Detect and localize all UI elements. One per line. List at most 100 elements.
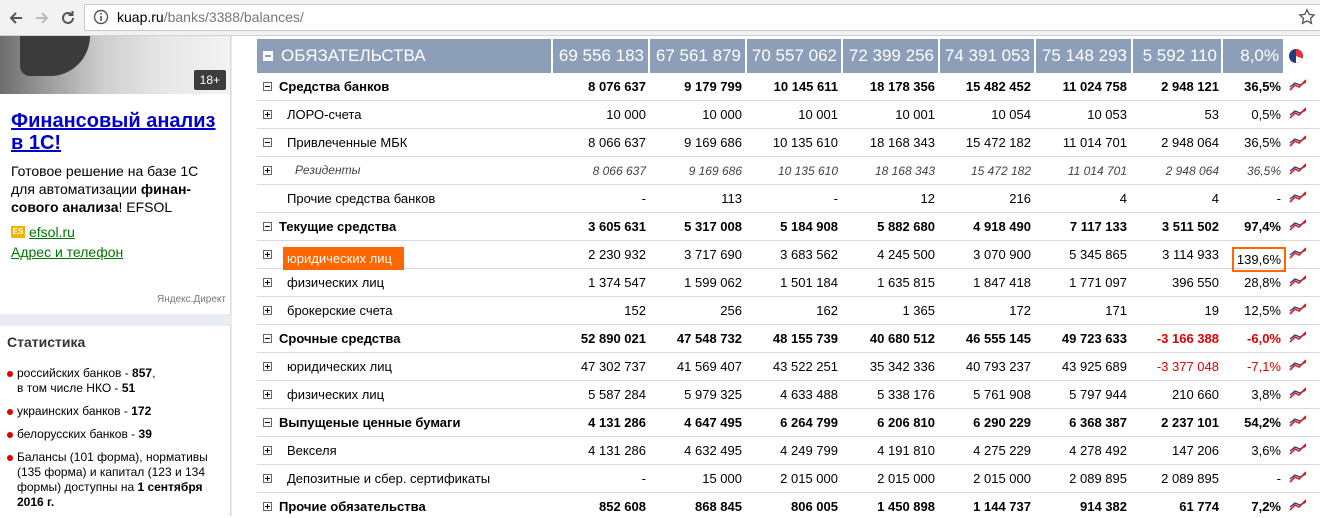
ad-image[interactable]: 18+	[0, 36, 230, 94]
collapse-icon[interactable]	[263, 82, 272, 91]
value-cell: 162	[816, 303, 838, 318]
trend-chart-icon[interactable]	[1289, 106, 1307, 120]
expand-icon[interactable]	[263, 502, 272, 511]
value-cell: -	[833, 191, 838, 206]
row-label: Резиденты	[295, 163, 361, 177]
collapse-icon[interactable]	[263, 418, 272, 427]
table-row-brokerskie-scheta[interactable]: брокерские счета 152 256 162 1 365 172 171 19 12…	[257, 297, 1320, 325]
value-cell: 5 979 325	[684, 387, 742, 402]
address-bar[interactable]: kuap.ru/banks/3388/balances/	[84, 4, 1320, 31]
stat-item[interactable]: российских банков - 857, в том числе НКО …	[7, 366, 222, 396]
table-row-rezidenty[interactable]: Резиденты 8 066 637 9 169 686 10 135 610 18 …	[257, 157, 1320, 185]
stat-text: украинских банков -	[17, 404, 132, 418]
table-row-tekushchie-yur-lits[interactable]: юридических лиц 2 230 932 3 717 690 3 683 5…	[257, 241, 1320, 272]
age-badge: 18+	[193, 70, 226, 90]
trend-chart-icon[interactable]	[1289, 414, 1307, 428]
reload-button[interactable]	[56, 6, 80, 30]
value-cell: 47 548 732	[676, 331, 742, 346]
pie-chart-icon[interactable]	[1288, 48, 1304, 64]
table-row-vekselya[interactable]: Векселя 4 131 286 4 632 495 4 249 799 4 191 …	[257, 437, 1320, 465]
trend-chart-icon[interactable]	[1289, 470, 1307, 484]
expand-icon[interactable]	[263, 390, 272, 399]
value-cell: 47 302 737	[580, 359, 646, 374]
value-cell: 10 001	[798, 107, 838, 122]
stat-text: ,	[152, 366, 156, 380]
expand-icon[interactable]	[263, 278, 272, 287]
trend-chart-icon[interactable]	[1289, 190, 1307, 204]
table-row-srochnye-fiz-lits[interactable]: физических лиц 5 587 284 5 979 325 4 633 48…	[257, 381, 1320, 409]
stat-item[interactable]: украинских банков - 172	[7, 404, 222, 419]
collapse-icon[interactable]	[263, 138, 272, 147]
expand-icon[interactable]	[263, 446, 272, 455]
ad-source-label[interactable]: Яндекс.Директ	[157, 294, 226, 305]
value-cell: 15 472 182	[965, 135, 1031, 150]
trend-chart-icon[interactable]	[1289, 246, 1307, 260]
header-value: 8,0%	[1240, 46, 1279, 65]
trend-chart-icon[interactable]	[1289, 218, 1307, 232]
table-row-privlechennye-mbk[interactable]: Привлеченные МБК 8 066 637 9 169 686 10 135…	[257, 129, 1320, 157]
ad-title-link[interactable]: Финансовый анализ в 1С!	[11, 110, 223, 154]
value-cell: 10 135 610	[772, 135, 838, 150]
row-label: Выпущеные ценные бумаги	[279, 415, 461, 430]
bullet-icon	[7, 432, 13, 438]
stat-value: 51	[121, 381, 136, 395]
stat-item[interactable]: Балансы (101 форма), нормативы (135 форм…	[7, 450, 222, 510]
yandex-direct-ad[interactable]: 18+ Финансовый анализ в 1С! Готовое реше…	[0, 36, 231, 314]
value-cell: 4 131 286	[588, 443, 646, 458]
ad-contacts-link[interactable]: Адрес и телефон	[11, 244, 123, 260]
table-row-srochnye-sredstva[interactable]: Срочные средства 52 890 021 47 548 732 48 1…	[257, 325, 1320, 353]
trend-chart-icon[interactable]	[1289, 358, 1307, 372]
info-icon[interactable]	[93, 9, 109, 25]
table-row-vypushchennye-tsennye-bumagi[interactable]: Выпущеные ценные бумаги 4 131 286 4 647 49…	[257, 409, 1320, 437]
header-title: ОБЯЗАТЕЛЬСТВА	[281, 46, 426, 65]
trend-chart-icon[interactable]	[1289, 330, 1307, 344]
stat-text: в том числе НКО -	[17, 381, 122, 395]
table-row-tekushchie-fiz-lits[interactable]: физических лиц 1 374 547 1 599 062 1 501 18…	[257, 269, 1320, 297]
header-value-cell: 5 592 110	[1133, 39, 1223, 73]
header-value: 70 557 062	[751, 46, 837, 65]
expand-icon[interactable]	[263, 362, 272, 371]
trend-chart-icon[interactable]	[1289, 498, 1307, 512]
reload-icon	[62, 11, 74, 24]
value-cell: 6 264 799	[780, 415, 838, 430]
table-row-srochnye-yur-lits[interactable]: юридических лиц 47 302 737 41 569 407 43 52…	[257, 353, 1320, 381]
forward-button[interactable]	[30, 6, 54, 30]
value-cell: 4 278 492	[1069, 443, 1127, 458]
bookmark-star-icon[interactable]	[1298, 8, 1316, 26]
trend-chart-icon[interactable]	[1289, 386, 1307, 400]
value-cell: 5 338 176	[877, 387, 935, 402]
trend-chart-icon[interactable]	[1289, 302, 1307, 316]
trend-chart-icon[interactable]	[1289, 442, 1307, 456]
table-row-prochie-sredstva-bankov[interactable]: Прочие средства банков - 113 - 12 216 4 4 -	[257, 185, 1320, 213]
expand-icon[interactable]	[263, 306, 272, 315]
change-percent-cell: -	[1276, 191, 1281, 206]
trend-chart-icon[interactable]	[1289, 162, 1307, 176]
trend-chart-icon[interactable]	[1289, 78, 1307, 92]
table-row-prochie-obyazatelstva[interactable]: Прочие обязательства 852 608 868 845 806 00…	[257, 493, 1320, 516]
table-row-loro-scheta[interactable]: ЛОРО-счета 10 000 10 000 10 001 10 001 10 054…	[257, 101, 1320, 129]
statistics-list: российских банков - 857, в том числе НКО …	[7, 366, 222, 518]
value-cell: 1 365	[902, 303, 935, 318]
expand-icon[interactable]	[263, 474, 272, 483]
bullet-icon	[7, 409, 13, 415]
trend-chart-icon[interactable]	[1289, 274, 1307, 288]
expand-icon[interactable]	[263, 110, 272, 119]
collapse-icon[interactable]	[263, 334, 272, 343]
ad-domain-text[interactable]: efsol.ru	[29, 224, 75, 240]
table-row-tekushchie-sredstva[interactable]: Текущие средства 3 605 631 5 317 008 5 184 …	[257, 213, 1320, 241]
trend-chart-icon[interactable]	[1289, 134, 1307, 148]
collapse-icon[interactable]	[263, 222, 272, 231]
table-row-depozitnye-sertifikaty[interactable]: Депозитные и сбер. сертификаты - 15 000 2 0…	[257, 465, 1320, 493]
collapse-icon[interactable]	[263, 51, 273, 61]
back-button[interactable]	[4, 6, 28, 30]
value-cell: -	[641, 471, 646, 486]
expand-icon[interactable]	[263, 166, 272, 175]
ad-domain-link[interactable]: ES efsol.ru	[11, 224, 75, 240]
change-value-cell: 2 948 064	[1161, 135, 1219, 150]
header-title-cell[interactable]: ОБЯЗАТЕЛЬСТВА	[257, 39, 553, 73]
value-cell: 10 135 610	[777, 164, 838, 178]
table-row-sredstva-bankov[interactable]: Средства банков 8 076 637 9 179 799 10 145 …	[257, 73, 1320, 101]
change-value-cell: 2 237 101	[1161, 415, 1219, 430]
expand-icon[interactable]	[263, 250, 272, 259]
stat-item[interactable]: белорусских банков - 39	[7, 427, 222, 442]
